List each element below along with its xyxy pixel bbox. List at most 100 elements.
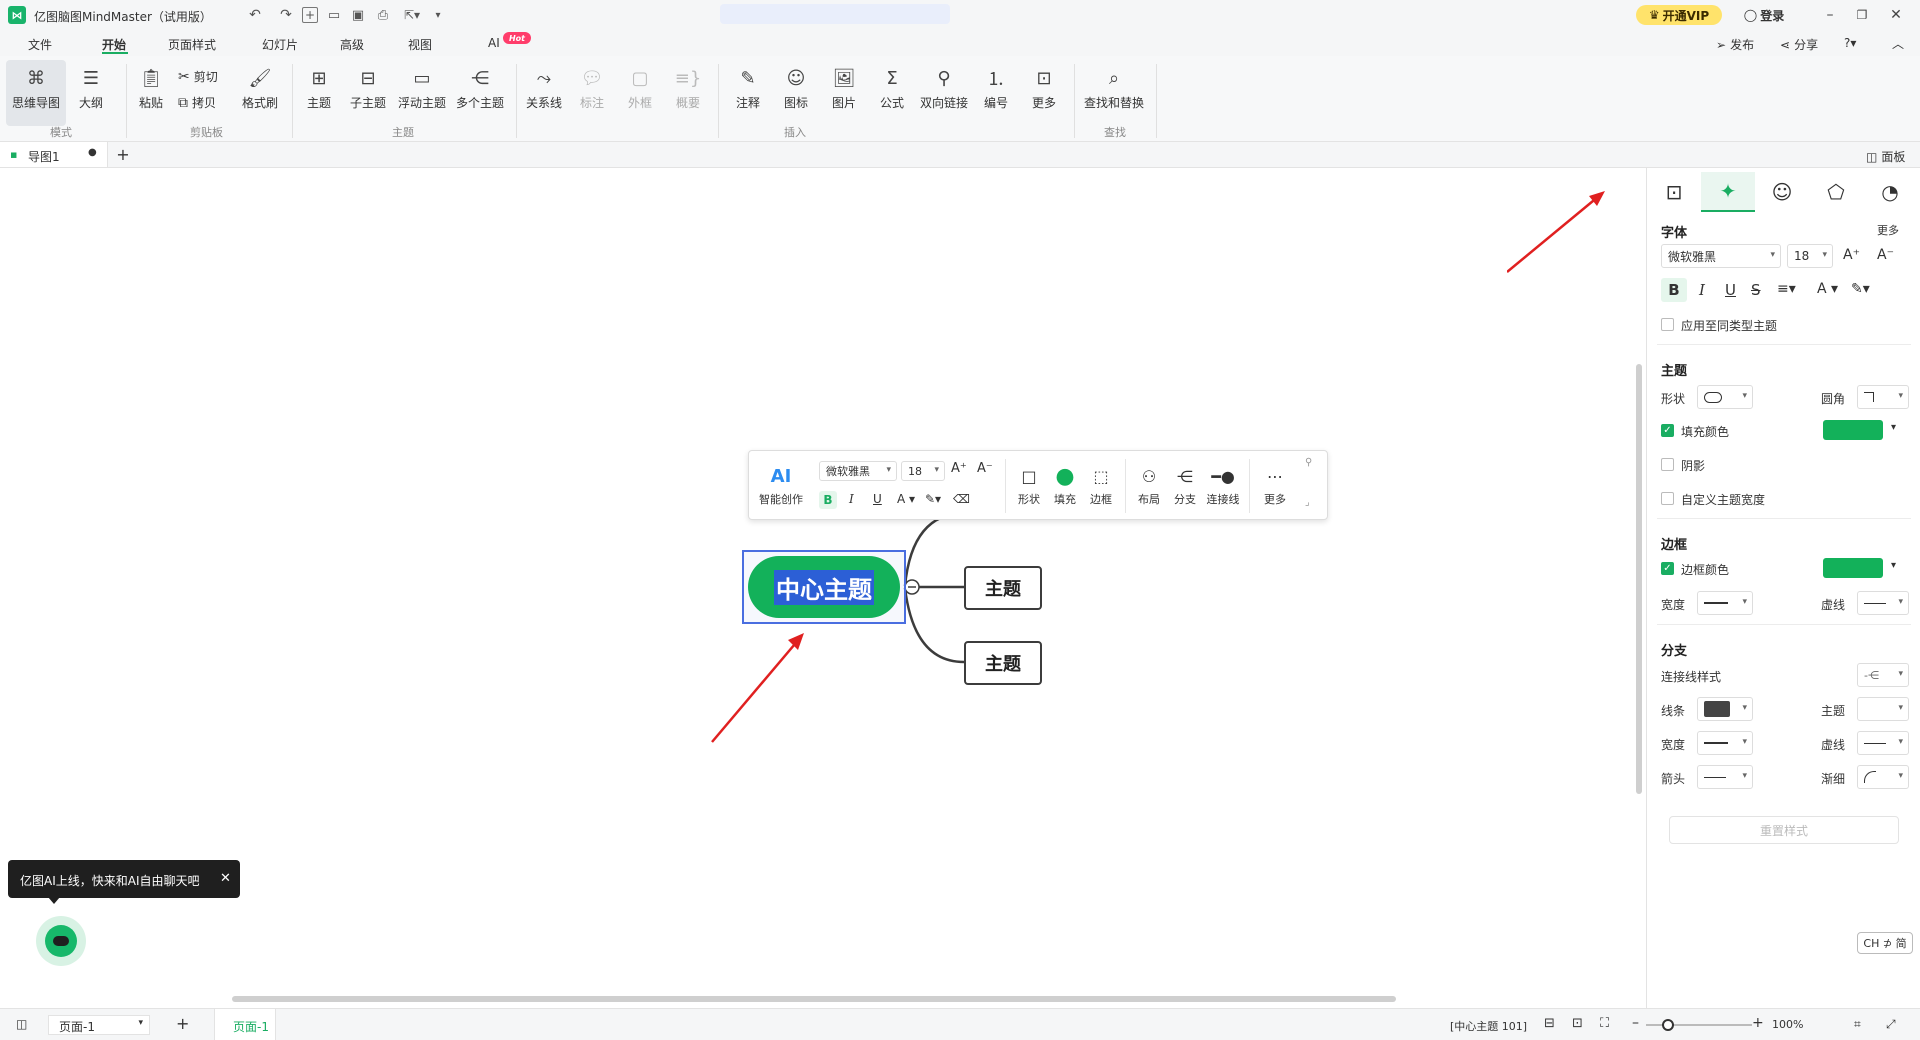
tab-advanced[interactable]: 高级 — [340, 36, 364, 53]
page-tab[interactable]: 页面-1 — [214, 1009, 276, 1040]
minimize-icon[interactable]: – — [1820, 6, 1840, 24]
panel-font-select[interactable]: 微软雅黑 ▾ — [1661, 244, 1781, 268]
outline-mode-button[interactable]: ☰ 大纲 — [70, 60, 112, 126]
callout-button[interactable]: 💬︎ 标注 — [572, 60, 612, 126]
page-select[interactable]: 页面-1 ▾ — [48, 1015, 150, 1035]
zoom-in-icon[interactable]: + — [1752, 1015, 1764, 1031]
align-icon[interactable]: ≡▾ — [1777, 281, 1796, 297]
format-brush-button[interactable]: 🖌︎ 格式刷 — [238, 60, 282, 126]
share-button[interactable]: ⋖ 分享 — [1780, 36, 1818, 53]
restore-icon[interactable]: ❐ — [1852, 6, 1872, 24]
topic-button[interactable]: ⊞ 主题 — [300, 60, 338, 126]
help-icon[interactable]: ?▾ — [1844, 36, 1856, 50]
customize-toolbar-icon[interactable]: ▾ — [432, 7, 444, 23]
book-view-icon[interactable]: ⊟ — [1544, 1016, 1555, 1031]
highlight-icon[interactable]: ✎▾ — [925, 492, 941, 506]
panel-font-color-icon[interactable]: A ▾ — [1817, 281, 1838, 297]
border-button[interactable]: ⬚ 边框 — [1085, 465, 1117, 507]
export-icon[interactable]: ⇱▾ — [400, 7, 424, 23]
note-button[interactable]: ✎ 注释 — [728, 60, 768, 126]
arrow-select[interactable]: ▾ — [1697, 765, 1753, 789]
shadow-checkbox[interactable] — [1661, 458, 1674, 471]
subtopic-button[interactable]: ⊟ 子主题 — [348, 60, 388, 126]
tab-page-style[interactable]: 页面样式 — [168, 36, 216, 53]
multi-topic-button[interactable]: ⋲ 多个主题 — [454, 60, 506, 126]
underline-icon[interactable]: U — [873, 492, 882, 506]
connector-button[interactable]: ━● 连接线 — [1203, 465, 1243, 507]
tab-icons[interactable]: ☺ — [1755, 172, 1809, 212]
boundary-button[interactable]: ▢ 外框 — [620, 60, 660, 126]
expand-icon[interactable]: ⤢ — [1886, 1017, 1896, 1032]
more-font-link[interactable]: 更多 — [1877, 222, 1899, 238]
open-folder-icon[interactable]: ▭ — [326, 7, 342, 23]
panel-underline-icon[interactable]: U — [1725, 281, 1736, 299]
zoom-out-icon[interactable]: – — [1632, 1015, 1639, 1031]
ai-assistant-button[interactable] — [36, 916, 86, 966]
decrease-font-icon[interactable]: A⁻ — [1877, 247, 1894, 263]
ime-indicator[interactable]: CH ⊅ 简 — [1857, 932, 1913, 954]
close-tip-icon[interactable]: ✕ — [220, 871, 231, 886]
connector-style-select[interactable]: -⋲ ▾ — [1857, 663, 1909, 687]
zoom-slider-knob[interactable] — [1662, 1019, 1674, 1031]
panel-italic-icon[interactable]: I — [1699, 281, 1705, 299]
print-icon[interactable]: ⎙ — [374, 7, 392, 23]
bilink-button[interactable]: ⚲ 双向链接 — [918, 60, 970, 126]
increase-font-icon[interactable]: A⁺ — [951, 461, 967, 476]
tab-theme[interactable]: ⬠ — [1809, 172, 1863, 212]
bold-icon[interactable]: B — [819, 491, 837, 509]
chevron-down-icon[interactable]: ▾ — [1891, 560, 1896, 571]
unsaved-dot-icon[interactable]: ● — [88, 147, 97, 158]
numbering-button[interactable]: ⒈ 编号 — [976, 60, 1016, 126]
line-color-select[interactable]: ▾ — [1697, 697, 1753, 721]
fullscreen-icon[interactable]: ⛶ — [1600, 1016, 1609, 1031]
fill-color-swatch[interactable] — [1823, 420, 1883, 440]
branch-topic-select[interactable]: ▾ — [1857, 697, 1909, 721]
redo-icon[interactable]: ↷ — [278, 7, 294, 23]
fit-page-icon[interactable]: ⊡ — [1572, 1016, 1583, 1031]
border-color-swatch[interactable] — [1823, 558, 1883, 578]
clear-format-icon[interactable]: ⌫ — [953, 492, 970, 506]
horizontal-scrollbar[interactable] — [232, 996, 1396, 1002]
formula-button[interactable]: Σ 公式 — [872, 60, 912, 126]
save-icon[interactable]: ▣ — [350, 7, 366, 23]
border-dash-select[interactable]: ▾ — [1857, 591, 1909, 615]
branch-dash-select[interactable]: ▾ — [1857, 731, 1909, 755]
border-width-select[interactable]: ▾ — [1697, 591, 1753, 615]
tab-ai[interactable]: AI — [488, 36, 500, 50]
custom-width-checkbox[interactable] — [1661, 492, 1674, 505]
vertical-scrollbar[interactable] — [1636, 364, 1642, 794]
title-search-box[interactable] — [720, 4, 950, 24]
increase-font-icon[interactable]: A⁺ — [1843, 247, 1860, 263]
layout-button[interactable]: ⚇ 布局 — [1133, 465, 1165, 507]
tab-start[interactable]: 开始 — [102, 36, 126, 53]
copy-button[interactable]: ⧉ 拷贝 — [178, 94, 216, 111]
font-family-select[interactable]: 微软雅黑 ▾ — [819, 461, 897, 481]
strikethrough-icon[interactable]: S — [1751, 281, 1761, 299]
new-file-icon[interactable]: + — [302, 7, 318, 23]
pin-icon[interactable]: ⚲ — [1305, 457, 1312, 468]
border-color-checkbox[interactable]: ✓ — [1661, 562, 1674, 575]
shape-button[interactable]: □ 形状 — [1013, 465, 1045, 507]
relation-button[interactable]: ⤳ 关系线 — [524, 60, 564, 126]
tab-history[interactable]: ◔ — [1863, 172, 1917, 212]
chevron-down-icon[interactable]: ▾ — [1891, 422, 1896, 433]
floating-topic-button[interactable]: ▭ 浮动主题 — [396, 60, 448, 126]
add-tab-icon[interactable]: + — [114, 145, 132, 164]
image-button[interactable]: 🖼︎ 图片 — [824, 60, 864, 126]
taper-select[interactable]: ▾ — [1857, 765, 1909, 789]
fill-color-checkbox[interactable]: ✓ — [1661, 424, 1674, 437]
reset-style-button[interactable]: 重置样式 — [1669, 816, 1899, 844]
page-list-icon[interactable]: ◫ — [16, 1017, 27, 1031]
find-replace-button[interactable]: ⌕ 查找和替换 — [1082, 60, 1146, 126]
branch-width-select[interactable]: ▾ — [1697, 731, 1753, 755]
vip-button[interactable]: ♛ 开通VIP — [1636, 5, 1722, 25]
more-format-button[interactable]: ⋯ 更多 — [1259, 465, 1291, 507]
panel-highlight-icon[interactable]: ✎▾ — [1851, 281, 1870, 297]
italic-icon[interactable]: I — [849, 492, 854, 506]
collapse-toolbar-icon[interactable]: ⌟ — [1305, 497, 1310, 508]
summary-button[interactable]: ≡} 概要 — [668, 60, 708, 126]
cut-button[interactable]: ✂ 剪切 — [178, 68, 218, 85]
collapse-ribbon-icon[interactable]: ︿ — [1892, 35, 1904, 52]
branch-button[interactable]: ⋲ 分支 — [1169, 465, 1201, 507]
publish-button[interactable]: ➢ 发布 — [1716, 36, 1754, 53]
